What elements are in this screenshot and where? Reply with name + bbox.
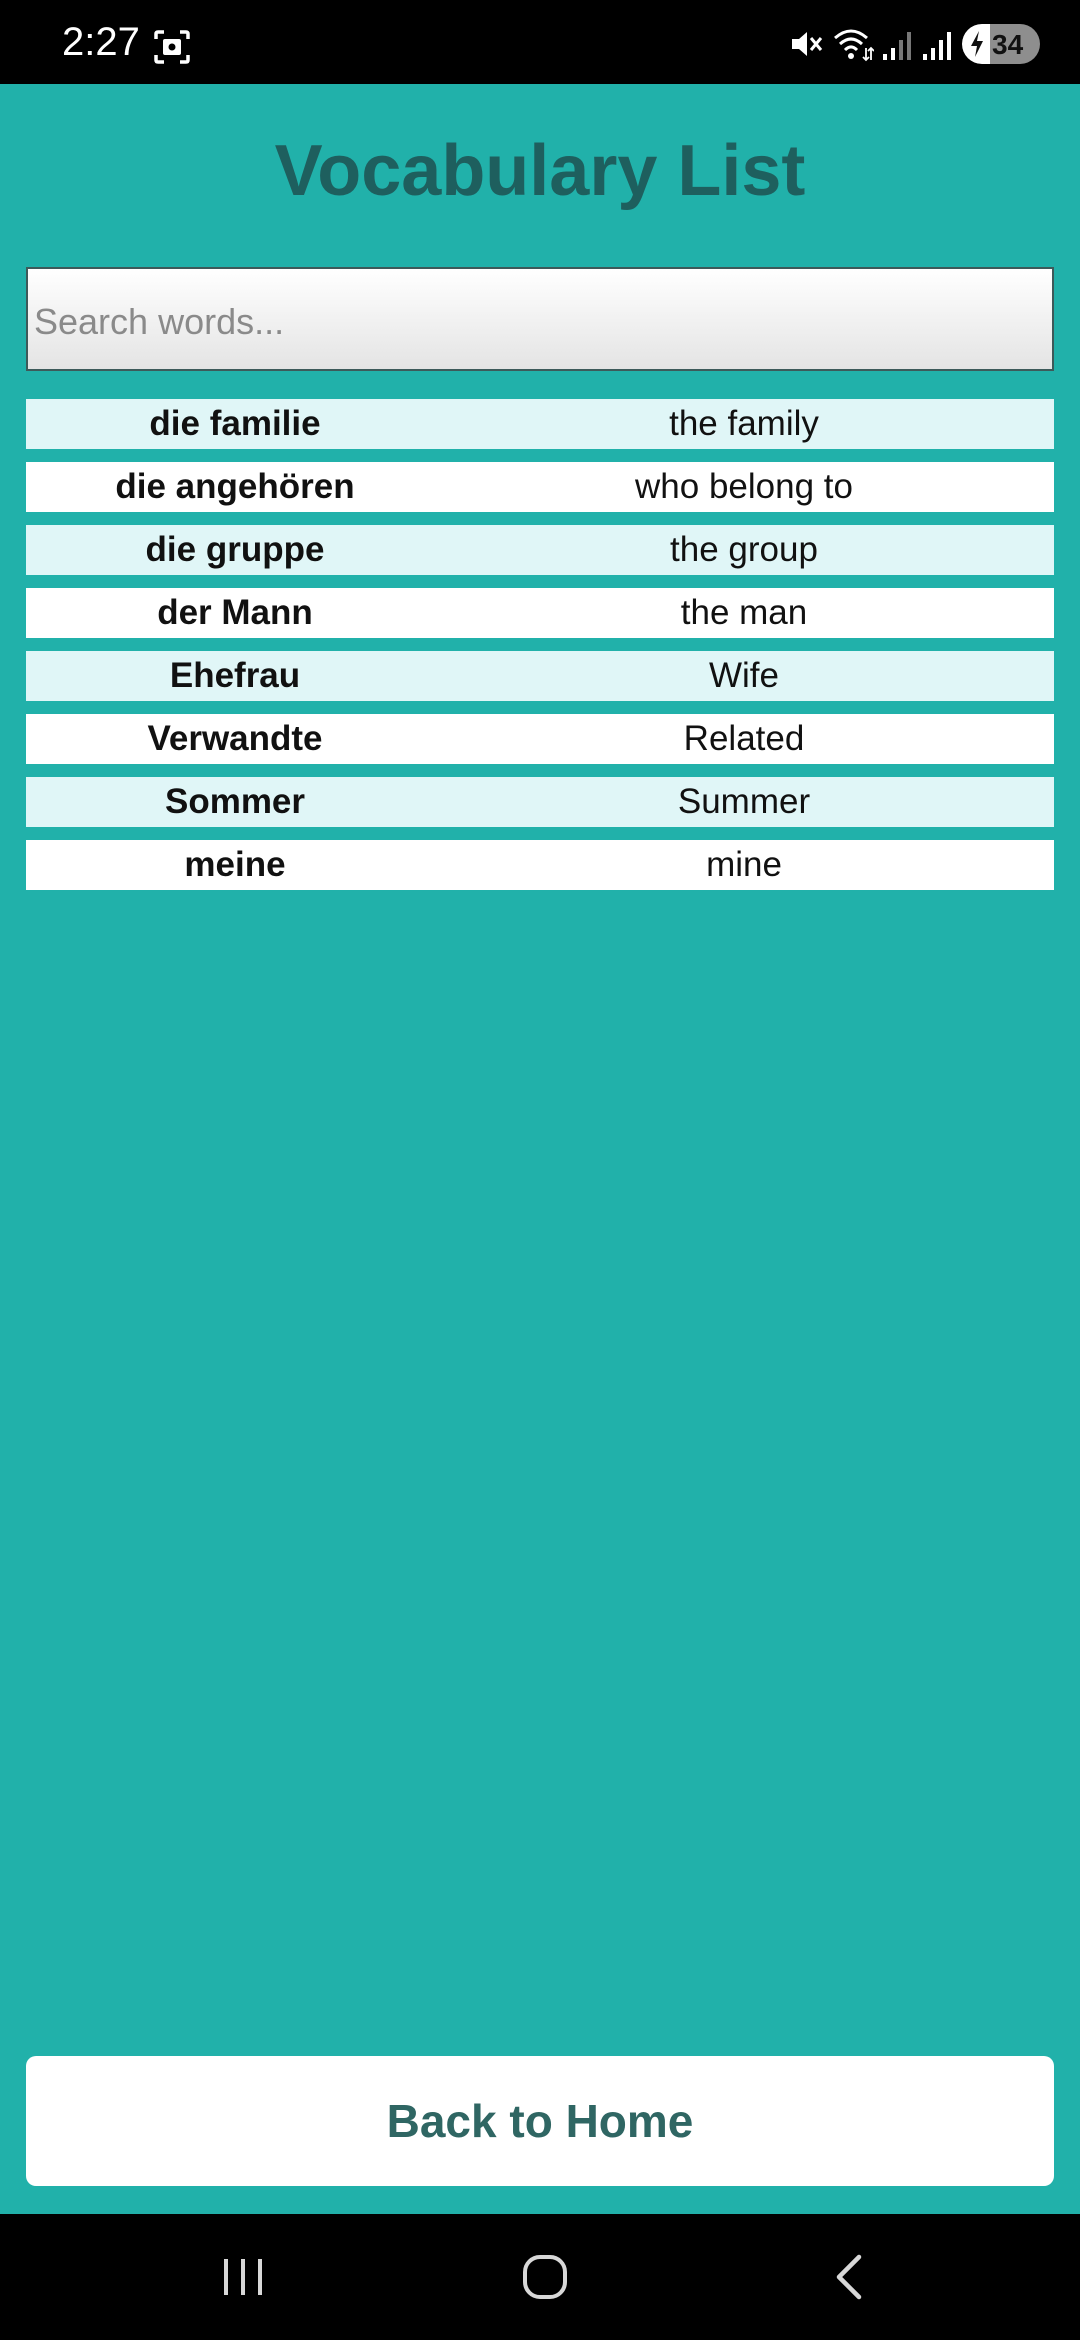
status-icons: 34	[788, 22, 1040, 66]
navigation-bar	[0, 2214, 1080, 2340]
battery-level: 34	[992, 29, 1024, 60]
recent-apps-button[interactable]	[163, 2214, 323, 2340]
vocab-translation: who belong to	[635, 467, 853, 506]
vocabulary-list: die familie the family die angehören who…	[26, 399, 1054, 903]
list-item: Sommer Summer	[26, 777, 1054, 827]
screenshot-icon	[154, 30, 190, 64]
vocab-translation: Wife	[709, 656, 779, 695]
back-to-home-button[interactable]: Back to Home	[26, 2056, 1054, 2186]
wifi-icon	[834, 29, 874, 62]
list-item: der Mann the man	[26, 588, 1054, 638]
vocab-word: Verwandte	[147, 719, 323, 758]
vocab-word: die gruppe	[145, 530, 325, 569]
list-item: meine mine	[26, 840, 1054, 890]
home-button[interactable]	[465, 2214, 625, 2340]
back-nav-button[interactable]	[768, 2214, 928, 2340]
home-icon	[523, 2255, 567, 2299]
signal-icon	[923, 32, 951, 60]
vocab-word: Ehefrau	[169, 656, 301, 695]
vocab-word: die familie	[149, 404, 321, 443]
mute-icon	[792, 32, 823, 56]
page-title: Vocabulary List	[274, 131, 806, 211]
vocab-word: die angehören	[115, 467, 355, 506]
vocab-word: Sommer	[164, 782, 306, 821]
charging-bolt-icon	[971, 31, 983, 57]
recent-apps-icon	[224, 2259, 262, 2295]
search-input[interactable]	[26, 267, 1054, 371]
signal-icon	[883, 32, 911, 60]
vocab-translation: Related	[683, 719, 805, 758]
vocab-translation: the family	[669, 404, 819, 443]
list-item: die familie the family	[26, 399, 1054, 449]
battery-charging-icon: 34	[962, 24, 1040, 64]
vocab-translation: Summer	[677, 782, 811, 821]
status-time: 2:27	[62, 20, 140, 64]
vocab-word: meine	[184, 845, 286, 884]
vocab-translation: the group	[670, 530, 818, 569]
vocab-word: der Mann	[157, 593, 313, 632]
vocab-translation: mine	[706, 845, 782, 884]
vocab-translation: the man	[680, 593, 808, 632]
list-item: die angehören who belong to	[26, 462, 1054, 512]
status-bar: 2:27 34	[0, 0, 1080, 84]
list-item: Verwandte Related	[26, 714, 1054, 764]
list-item: Ehefrau Wife	[26, 651, 1054, 701]
back-icon	[836, 2254, 862, 2300]
list-item: die gruppe the group	[26, 525, 1054, 575]
